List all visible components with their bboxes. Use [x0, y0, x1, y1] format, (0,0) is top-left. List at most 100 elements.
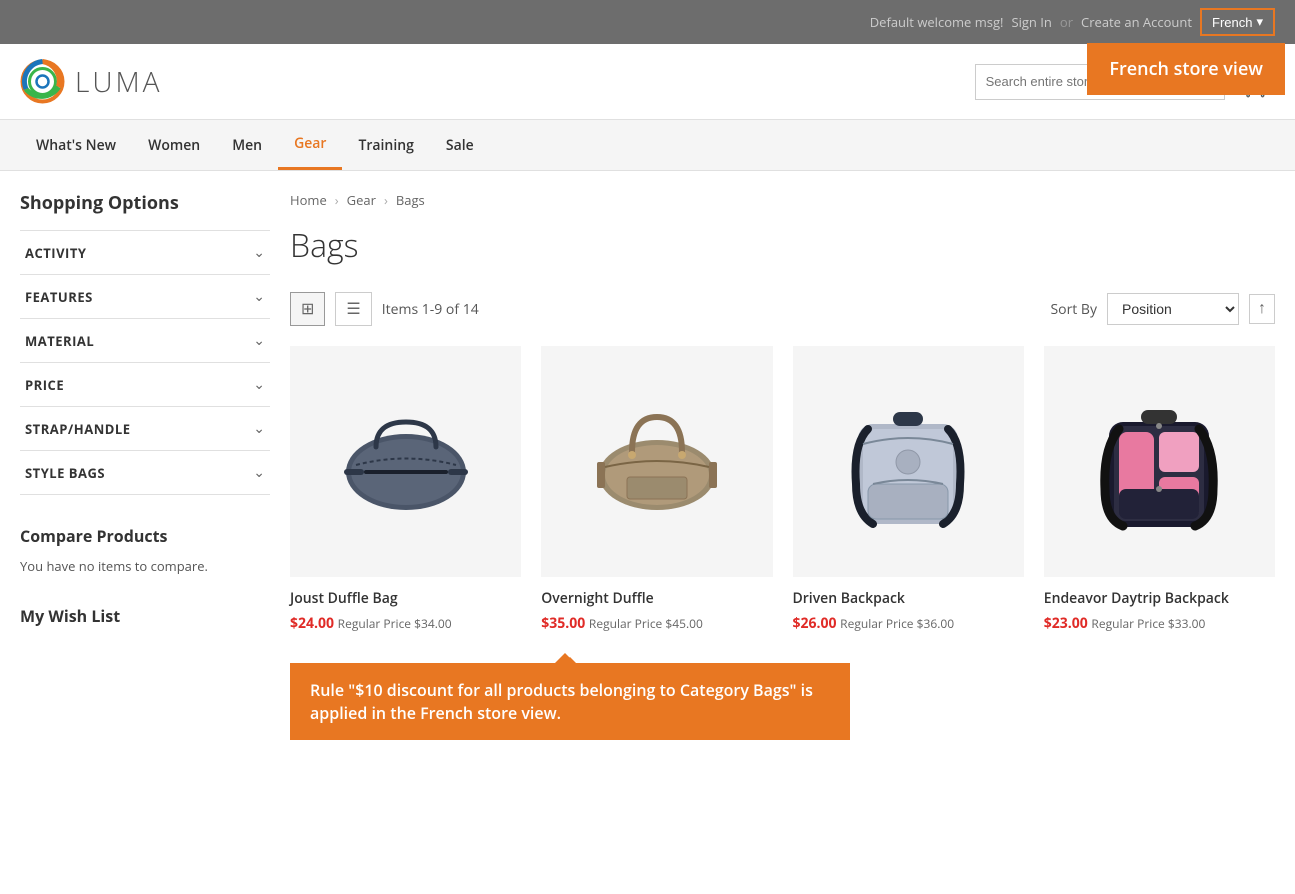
compare-products-section: Compare Products You have no items to co… — [20, 525, 270, 575]
product-image-duffle-tan — [577, 397, 737, 527]
nav-women[interactable]: Women — [132, 122, 216, 169]
sort-label: Sort By — [1050, 300, 1097, 319]
page-title: Bags — [290, 224, 1275, 267]
breadcrumb-home[interactable]: Home — [290, 191, 327, 209]
product-name: Joust Duffle Bag — [290, 589, 521, 608]
regular-price: Regular Price $45.00 — [589, 615, 703, 632]
filter-features[interactable]: FEATURES ⌄ — [20, 274, 270, 318]
filter-price-label: PRICE — [25, 376, 64, 394]
main-content: Home › Gear › Bags Bags ⊞ ☰ Items 1-9 of… — [290, 191, 1275, 740]
create-account-link[interactable]: Create an Account — [1081, 13, 1192, 31]
grid-view-icon: ⊞ — [301, 301, 314, 318]
product-image-backpack-pink — [1089, 384, 1229, 539]
nav-whats-new[interactable]: What's New — [20, 122, 132, 169]
filter-material-label: MATERIAL — [25, 332, 94, 350]
chevron-down-icon: ⌄ — [253, 287, 265, 306]
regular-price: Regular Price $36.00 — [840, 615, 954, 632]
wishlist-title: My Wish List — [20, 605, 270, 627]
product-price: $23.00 Regular Price $33.00 — [1044, 614, 1275, 633]
shopping-options-title: Shopping Options — [20, 191, 270, 215]
sort-select[interactable]: Position Product Name Price — [1107, 293, 1239, 325]
shopping-options-section: Shopping Options ACTIVITY ⌄ FEATURES ⌄ M… — [20, 191, 270, 495]
product-card[interactable]: Overnight Duffle $35.00 Regular Price $4… — [541, 346, 772, 633]
special-price: $23.00 — [1044, 614, 1088, 633]
logo[interactable]: LUMA — [20, 59, 162, 104]
header-right: 🔍 🛒 — [975, 64, 1275, 100]
search-icon[interactable]: 🔍 — [1194, 71, 1214, 93]
product-image-container — [541, 346, 772, 577]
product-price: $35.00 Regular Price $45.00 — [541, 614, 772, 633]
filter-style-bags[interactable]: STYLE BAGS ⌄ — [20, 450, 270, 495]
sort-direction-button[interactable]: ↑ — [1249, 294, 1275, 324]
filter-activity[interactable]: ACTIVITY ⌄ — [20, 230, 270, 274]
header: LUMA 🔍 🛒 — [0, 44, 1295, 120]
annotation-text: Rule "$10 discount for all products belo… — [310, 679, 813, 723]
filter-material[interactable]: MATERIAL ⌄ — [20, 318, 270, 362]
product-card[interactable]: Joust Duffle Bag $24.00 Regular Price $3… — [290, 346, 521, 633]
product-price: $24.00 Regular Price $34.00 — [290, 614, 521, 633]
main-nav: What's New Women Men Gear Training Sale — [0, 120, 1295, 171]
nav-men[interactable]: Men — [216, 122, 278, 169]
product-card[interactable]: Endeavor Daytrip Backpack $23.00 Regular… — [1044, 346, 1275, 633]
special-price: $26.00 — [793, 614, 837, 633]
chevron-down-icon: ⌄ — [253, 243, 265, 262]
grid-view-button[interactable]: ⊞ — [290, 292, 325, 326]
search-input[interactable] — [986, 74, 1194, 89]
cart-icon[interactable]: 🛒 — [1243, 64, 1275, 100]
annotation-box: Rule "$10 discount for all products belo… — [290, 663, 850, 740]
sign-in-link[interactable]: Sign In — [1011, 13, 1051, 31]
regular-price: Regular Price $34.00 — [338, 615, 452, 632]
items-count: Items 1-9 of 14 — [382, 300, 479, 319]
filter-style-label: STYLE BAGS — [25, 464, 105, 482]
nav-sale[interactable]: Sale — [430, 122, 490, 169]
product-card[interactable]: Driven Backpack $26.00 Regular Price $36… — [793, 346, 1024, 633]
special-price: $24.00 — [290, 614, 334, 633]
filter-strap-handle[interactable]: STRAP/HANDLE ⌄ — [20, 406, 270, 450]
product-image-container — [290, 346, 521, 577]
product-price: $26.00 Regular Price $36.00 — [793, 614, 1024, 633]
language-selector[interactable]: French ▾ French store view — [1200, 8, 1275, 36]
chevron-down-icon: ⌄ — [253, 375, 265, 394]
compare-empty-text: You have no items to compare. — [20, 557, 270, 575]
chevron-down-icon: ⌄ — [253, 331, 265, 350]
logo-text: LUMA — [75, 63, 162, 101]
logo-icon — [20, 59, 65, 104]
chevron-down-icon: ⌄ — [253, 419, 265, 438]
product-name: Endeavor Daytrip Backpack — [1044, 589, 1275, 608]
filter-activity-label: ACTIVITY — [25, 244, 86, 262]
product-name: Overnight Duffle — [541, 589, 772, 608]
product-image-backpack-gray — [838, 384, 978, 539]
toolbar-left: ⊞ ☰ Items 1-9 of 14 — [290, 292, 479, 326]
nav-gear[interactable]: Gear — [278, 120, 342, 170]
language-button[interactable]: French ▾ — [1200, 8, 1275, 36]
product-image-container — [793, 346, 1024, 577]
list-view-icon: ☰ — [346, 301, 360, 318]
content-area: Shopping Options ACTIVITY ⌄ FEATURES ⌄ M… — [0, 171, 1295, 760]
chevron-down-icon: ⌄ — [253, 463, 265, 482]
search-box[interactable]: 🔍 — [975, 64, 1225, 100]
toolbar: ⊞ ☰ Items 1-9 of 14 Sort By Position Pro… — [290, 292, 1275, 326]
filter-strap-label: STRAP/HANDLE — [25, 420, 131, 438]
language-label: French — [1212, 15, 1252, 30]
welcome-message: Default welcome msg! — [870, 13, 1004, 31]
breadcrumb-bags: Bags — [396, 191, 425, 209]
product-image-duffle-dark — [326, 397, 486, 527]
top-bar: Default welcome msg! Sign In or Create a… — [0, 0, 1295, 44]
list-view-button[interactable]: ☰ — [335, 292, 371, 326]
nav-training[interactable]: Training — [342, 122, 429, 169]
wishlist-section: My Wish List — [20, 605, 270, 627]
compare-products-title: Compare Products — [20, 525, 270, 547]
breadcrumb-separator: › — [384, 191, 388, 209]
product-image-container — [1044, 346, 1275, 577]
breadcrumb-gear[interactable]: Gear — [347, 191, 376, 209]
toolbar-right: Sort By Position Product Name Price ↑ — [1050, 293, 1275, 325]
sidebar: Shopping Options ACTIVITY ⌄ FEATURES ⌄ M… — [20, 191, 270, 740]
or-separator: or — [1060, 13, 1073, 31]
regular-price: Regular Price $33.00 — [1091, 615, 1205, 632]
language-arrow: ▾ — [1256, 14, 1263, 30]
product-name: Driven Backpack — [793, 589, 1024, 608]
filter-price[interactable]: PRICE ⌄ — [20, 362, 270, 406]
breadcrumb-separator: › — [335, 191, 339, 209]
breadcrumb: Home › Gear › Bags — [290, 191, 1275, 209]
filter-features-label: FEATURES — [25, 288, 93, 306]
